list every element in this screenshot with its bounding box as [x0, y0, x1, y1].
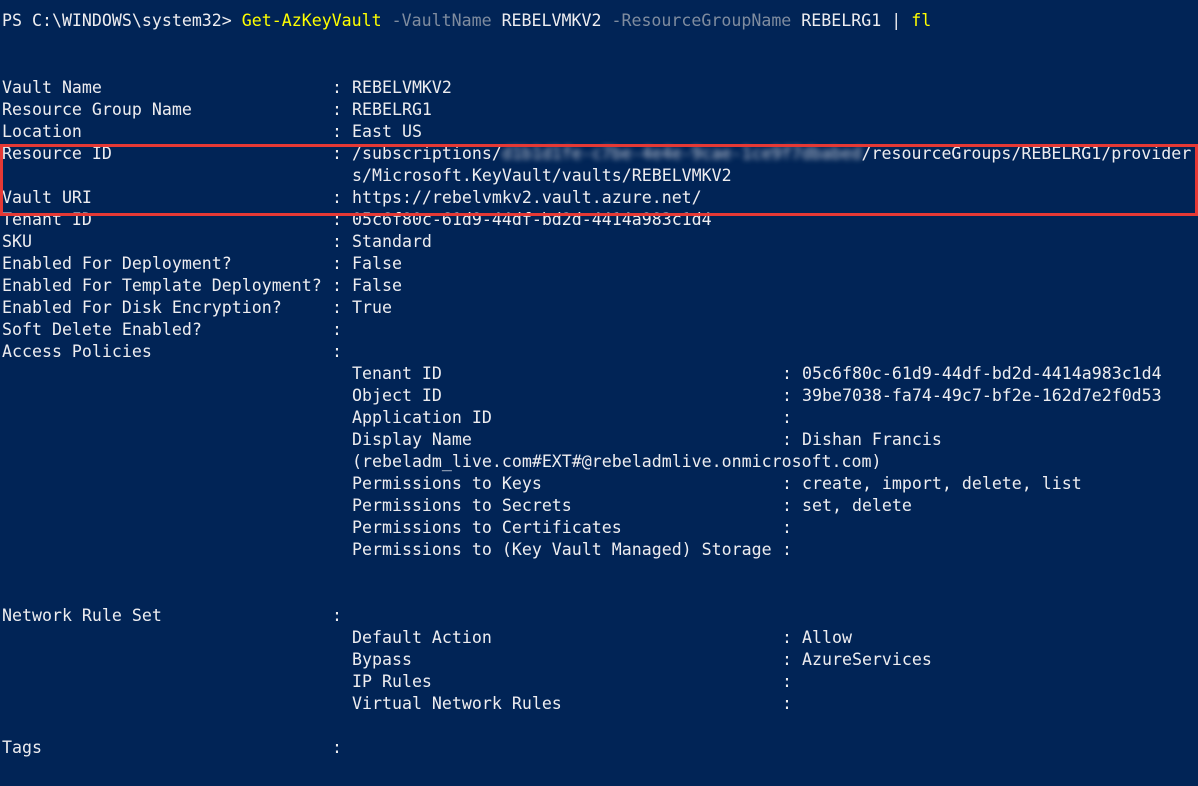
default-action-label: Default Action: [352, 628, 492, 647]
policy-object-id-value: 39be7038-fa74-49c7-bf2e-162d7e2f0d53: [802, 386, 1162, 405]
policy-keys-colon: :: [782, 474, 792, 493]
vaultname-param: -VaultName: [391, 11, 492, 30]
cmdlet-text: Get-AzKeyVault: [241, 11, 382, 30]
vault-name-label: Vault Name: [2, 78, 102, 97]
policy-storage-label: Permissions to (Key Vault Managed) Stora…: [352, 540, 772, 559]
vnet-rules-label: Virtual Network Rules: [352, 694, 562, 713]
access-policies-colon: :: [332, 342, 342, 361]
template-deployment-label: Enabled For Template Deployment?: [2, 276, 322, 295]
policy-storage-colon: :: [782, 540, 792, 559]
policy-display-name-value: Dishan Francis: [802, 430, 942, 449]
powershell-console[interactable]: PS C:\WINDOWS\system32> Get-AzKeyVault -…: [0, 0, 1198, 786]
highlight-annotation-box: [0, 144, 1198, 216]
sku-colon: :: [332, 232, 342, 251]
deployment-label: Enabled For Deployment?: [2, 254, 232, 273]
vaultname-arg: REBELVMKV2: [501, 11, 602, 30]
soft-delete-colon: :: [332, 320, 342, 339]
disk-encryption-label: Enabled For Disk Encryption?: [2, 298, 282, 317]
location-colon: :: [332, 122, 342, 141]
location-value: East US: [352, 122, 422, 141]
pipe-symbol: |: [891, 11, 902, 30]
access-policies-label: Access Policies: [2, 342, 152, 361]
ip-rules-label: IP Rules: [352, 672, 432, 691]
policy-display-name-label: Display Name: [352, 430, 472, 449]
vault-name-value: REBELVMKV2: [352, 78, 452, 97]
policy-secrets-colon: :: [782, 496, 792, 515]
resource-group-colon: :: [332, 100, 342, 119]
policy-application-id-label: Application ID: [352, 408, 492, 427]
prompt-text: PS C:\WINDOWS\system32>: [2, 11, 242, 30]
policy-secrets-value: set, delete: [802, 496, 912, 515]
tags-label: Tags: [2, 738, 42, 757]
resourcegroup-param: -ResourceGroupName: [611, 11, 792, 30]
format-list-alias: fl: [911, 11, 932, 30]
bypass-value: AzureServices: [802, 650, 932, 669]
policy-certificates-label: Permissions to Certificates: [352, 518, 622, 537]
bypass-colon: :: [782, 650, 792, 669]
resourcegroup-arg: REBELRG1: [801, 11, 882, 30]
policy-display-name-wrap: (rebeladm_live.com#EXT#@rebeladmlive.onm…: [352, 452, 882, 471]
location-label: Location: [2, 122, 82, 141]
vnet-rules-colon: :: [782, 694, 792, 713]
policy-application-id-colon: :: [782, 408, 792, 427]
vault-name-colon: :: [332, 78, 342, 97]
policy-tenant-id-value: 05c6f80c-61d9-44df-bd2d-4414a983c1d4: [802, 364, 1162, 383]
template-deployment-colon: :: [332, 276, 342, 295]
command-line: PS C:\WINDOWS\system32> Get-AzKeyVault -…: [2, 10, 931, 32]
network-rule-set-colon: :: [332, 606, 342, 625]
bypass-label: Bypass: [352, 650, 412, 669]
default-action-value: Allow: [802, 628, 852, 647]
default-action-colon: :: [782, 628, 792, 647]
deployment-value: False: [352, 254, 402, 273]
policy-tenant-id-label: Tenant ID: [352, 364, 442, 383]
resource-group-value: REBELRG1: [352, 100, 432, 119]
deployment-colon: :: [332, 254, 342, 273]
policy-display-name-colon: :: [782, 430, 792, 449]
disk-encryption-colon: :: [332, 298, 342, 317]
policy-tenant-id-colon: :: [782, 364, 792, 383]
policy-object-id-label: Object ID: [352, 386, 442, 405]
policy-certificates-colon: :: [782, 518, 792, 537]
sku-value: Standard: [352, 232, 432, 251]
disk-encryption-value: True: [352, 298, 392, 317]
resource-group-label: Resource Group Name: [2, 100, 192, 119]
soft-delete-label: Soft Delete Enabled?: [2, 320, 202, 339]
network-rule-set-label: Network Rule Set: [2, 606, 162, 625]
policy-keys-label: Permissions to Keys: [352, 474, 542, 493]
policy-object-id-colon: :: [782, 386, 792, 405]
template-deployment-value: False: [352, 276, 402, 295]
policy-secrets-label: Permissions to Secrets: [352, 496, 572, 515]
policy-keys-value: create, import, delete, list: [802, 474, 1082, 493]
ip-rules-colon: :: [782, 672, 792, 691]
sku-label: SKU: [2, 232, 32, 251]
tags-colon: :: [332, 738, 342, 757]
